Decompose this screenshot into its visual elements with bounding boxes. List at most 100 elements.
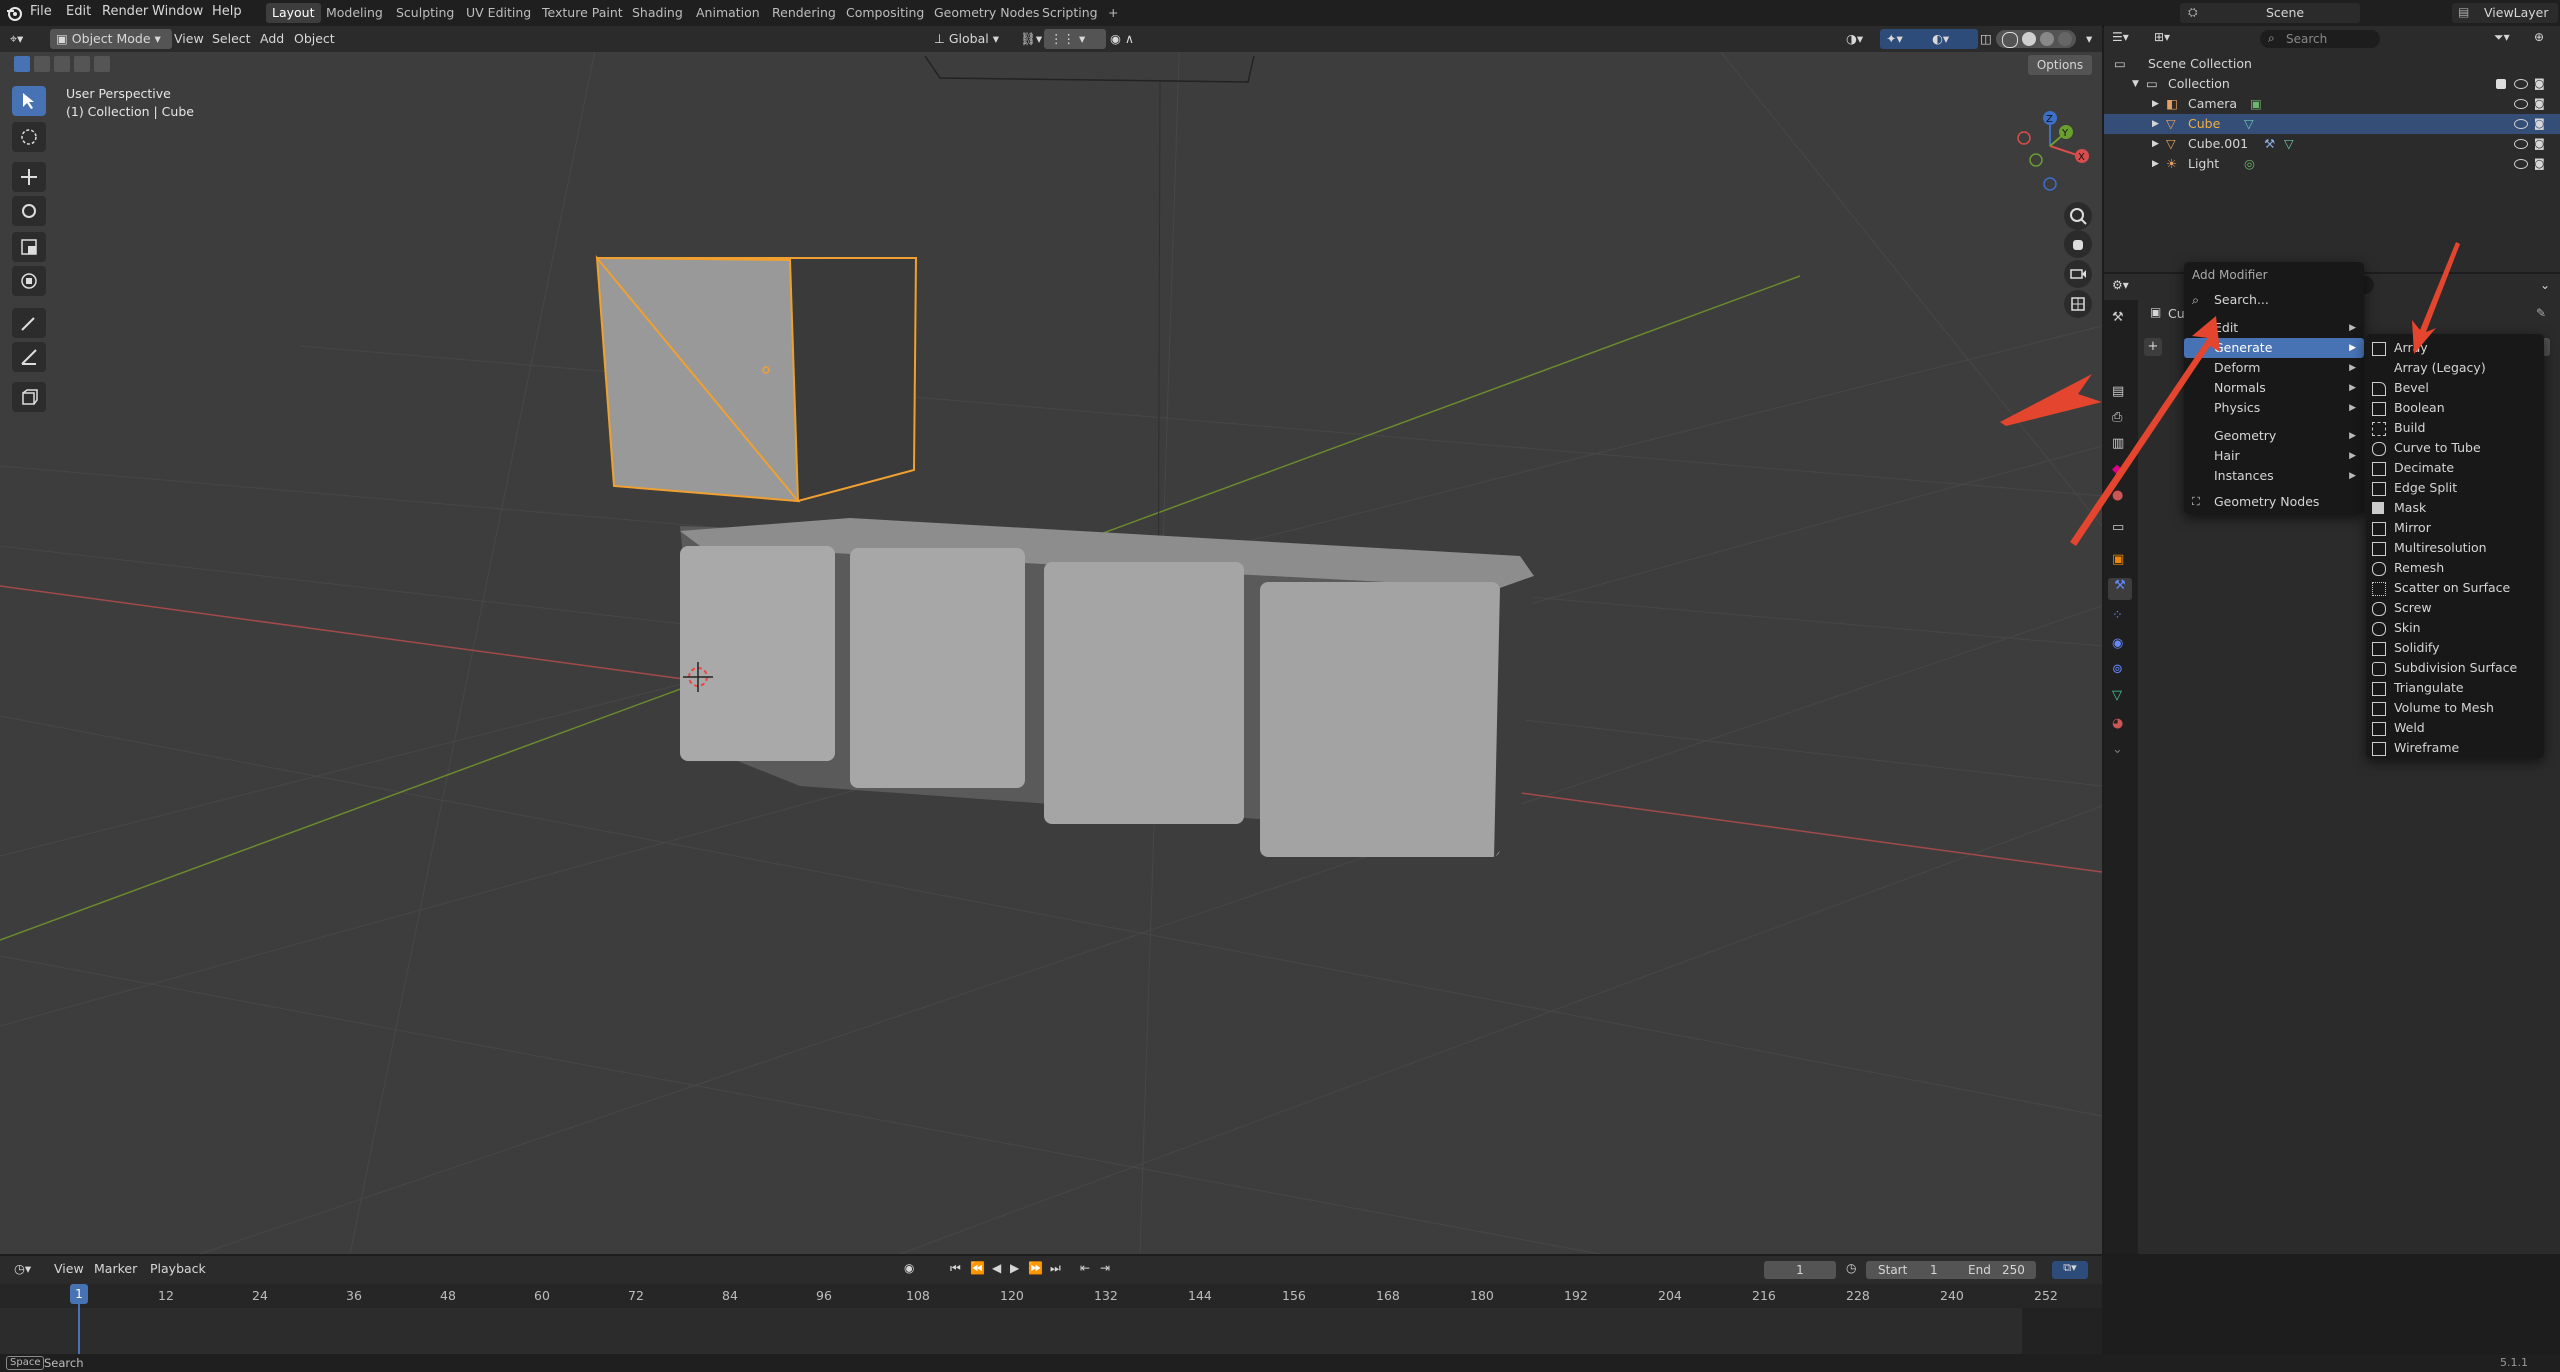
chevron-right-icon[interactable]: ▶	[2152, 154, 2159, 174]
outliner-row-light[interactable]: ▶ ☀ Light ◎ ◙	[2104, 154, 2560, 174]
scene-selector[interactable]: ⛭ Scene	[2180, 3, 2360, 23]
menu-object[interactable]: Object	[288, 29, 341, 49]
menu-select[interactable]: Select	[206, 29, 257, 49]
menu-item-solidify[interactable]: Solidify	[2366, 638, 2544, 658]
menu-item-wireframe[interactable]: Wireframe	[2366, 738, 2544, 758]
jump-start-icon[interactable]: ⏮	[950, 1261, 961, 1276]
record-icon[interactable]: ◉	[904, 1261, 914, 1275]
new-collection-icon[interactable]: ⊕	[2534, 30, 2554, 44]
menu-file[interactable]: File	[30, 4, 52, 19]
menu-item-weld[interactable]: Weld	[2366, 718, 2544, 738]
timeline-editor-icon[interactable]: ◷▾	[8, 1259, 50, 1279]
eye-icon[interactable]	[2514, 159, 2528, 169]
move-tool[interactable]	[12, 162, 46, 192]
timeline-ruler[interactable]: 1 12 24 36 48 60 72 84 96 108 120 132 14…	[0, 1284, 2102, 1354]
prev-keyframe-icon[interactable]: ⏪	[970, 1261, 985, 1275]
navigation-gizmo[interactable]: Z X Y	[2000, 88, 2096, 198]
tab-shading[interactable]: Shading	[626, 3, 689, 23]
visibility-icon[interactable]: ◑▾	[1840, 29, 1882, 49]
orientation-selector[interactable]: ⊥ Global ▾	[928, 29, 1016, 49]
menu-item-subdivision-surface[interactable]: Subdivision Surface	[2366, 658, 2544, 678]
eye-icon[interactable]	[2514, 119, 2528, 129]
measure-tool[interactable]	[12, 342, 46, 372]
selected-cube[interactable]	[595, 254, 918, 503]
particles-tab-icon[interactable]: ⁘	[2112, 608, 2123, 623]
select-intersect-icon[interactable]	[94, 56, 110, 72]
camera-restrict-icon[interactable]: ◙	[2534, 74, 2545, 94]
camera-restrict-icon[interactable]: ◙	[2534, 154, 2545, 174]
modifier-tab-icon[interactable]: ⚒	[2108, 578, 2132, 600]
checkbox-icon[interactable]	[2496, 79, 2506, 89]
menu-add[interactable]: Add	[254, 29, 290, 49]
select-box-tool[interactable]	[12, 86, 46, 116]
blender-logo-icon[interactable]	[6, 5, 22, 21]
outliner-search-input[interactable]: ⌕ Search	[2260, 30, 2380, 48]
tab-sculpting[interactable]: Sculpting	[390, 3, 460, 23]
select-new-icon[interactable]	[14, 56, 30, 72]
gizmo-toggle[interactable]: ✦▾	[1880, 29, 1932, 49]
properties-options-icon[interactable]: ⌄	[2540, 278, 2550, 292]
menu-item-skin[interactable]: Skin	[2366, 618, 2544, 638]
wireframe-shading-icon[interactable]	[2002, 32, 2018, 48]
menu-item-triangulate[interactable]: Triangulate	[2366, 678, 2544, 698]
menu-render[interactable]: Render	[102, 4, 148, 19]
menu-item-screw[interactable]: Screw	[2366, 598, 2544, 618]
select-subtract-icon[interactable]	[54, 56, 70, 72]
start-frame-field[interactable]: Start 1	[1866, 1261, 1974, 1279]
texture-tab-icon[interactable]: ⌄	[2112, 742, 2123, 757]
tab-animation[interactable]: Animation	[690, 3, 766, 23]
timeline-menu-view[interactable]: View	[48, 1259, 90, 1279]
outliner-row-camera[interactable]: ▶ ◧ Camera ▣ ◙	[2104, 94, 2560, 114]
material-shading-icon[interactable]	[2040, 32, 2054, 46]
select-invert-icon[interactable]	[74, 56, 90, 72]
cube-array[interactable]	[680, 518, 1534, 858]
mode-selector[interactable]: ▣ Object Mode ▾	[50, 29, 172, 49]
shading-modes[interactable]	[1996, 30, 2076, 48]
tab-modeling[interactable]: Modeling	[320, 3, 389, 23]
annotate-tool[interactable]	[12, 308, 46, 338]
add-cube-tool[interactable]	[12, 382, 46, 412]
keyframe-next-icon[interactable]: ⇥	[1100, 1261, 1110, 1275]
tab-rendering[interactable]: Rendering	[766, 3, 842, 23]
cursor-tool[interactable]	[12, 122, 46, 152]
next-keyframe-icon[interactable]: ⏩	[1028, 1261, 1043, 1275]
timeline-menu-playback[interactable]: Playback	[144, 1259, 212, 1279]
select-mode-buttons[interactable]	[14, 56, 110, 74]
menu-window[interactable]: Window	[152, 4, 203, 19]
transform-tool[interactable]	[12, 266, 46, 296]
outliner-row-scene-collection[interactable]: ▭ Scene Collection	[2104, 54, 2560, 74]
editor-type-icon[interactable]: ⌖▾	[4, 29, 46, 49]
play-icon[interactable]: ▶	[1010, 1261, 1019, 1275]
overlay-toggle[interactable]: ◐▾	[1926, 29, 1978, 49]
physics-tab-icon[interactable]: ◉	[2112, 636, 2123, 651]
menu-item-scatter-on-surface[interactable]: Scatter on Surface	[2366, 578, 2544, 598]
outliner-row-cube-001[interactable]: ▶ ▽ Cube.001 ⚒ ▽ ◙	[2104, 134, 2560, 154]
camera-restrict-icon[interactable]: ◙	[2534, 134, 2545, 154]
playhead-frame[interactable]: 1	[70, 1284, 88, 1304]
eye-icon[interactable]	[2514, 99, 2528, 109]
chevron-right-icon[interactable]: ▶	[2152, 134, 2159, 154]
chevron-right-icon[interactable]: ▶	[2152, 94, 2159, 114]
snap-toggle[interactable]: ⋮⋮ ▾	[1044, 29, 1106, 49]
outliner-row-collection[interactable]: ▼ ▭ Collection ◙	[2104, 74, 2560, 94]
tab-compositing[interactable]: Compositing	[840, 3, 930, 23]
view-layer-selector[interactable]: ▤ ViewLayer	[2452, 3, 2558, 23]
camera-frustum[interactable]	[924, 55, 1255, 83]
menu-help[interactable]: Help	[212, 4, 242, 19]
menu-view[interactable]: View	[168, 29, 210, 49]
eye-icon[interactable]	[2514, 79, 2528, 89]
menu-item-remesh[interactable]: Remesh	[2366, 558, 2544, 578]
chevron-down-icon[interactable]: ▼	[2132, 74, 2139, 94]
rotate-tool[interactable]	[12, 196, 46, 226]
timeline-view-toggle[interactable]: ⧉▾	[2052, 1261, 2088, 1279]
solid-shading-icon[interactable]	[2022, 32, 2036, 46]
outliner-row-cube[interactable]: ▶ ▽ Cube ▽ ◙	[2104, 114, 2560, 134]
select-extend-icon[interactable]	[34, 56, 50, 72]
pin-icon[interactable]: ✎	[2536, 306, 2546, 320]
end-frame-field[interactable]: End 250	[1960, 1261, 2036, 1279]
menu-edit[interactable]: Edit	[66, 4, 91, 19]
menu-item-volume-to-mesh[interactable]: Volume to Mesh	[2366, 698, 2544, 718]
tab-geometry-nodes[interactable]: Geometry Nodes	[928, 3, 1045, 23]
add-workspace-button[interactable]: +	[1102, 3, 1124, 23]
tab-texture-paint[interactable]: Texture Paint	[536, 3, 629, 23]
